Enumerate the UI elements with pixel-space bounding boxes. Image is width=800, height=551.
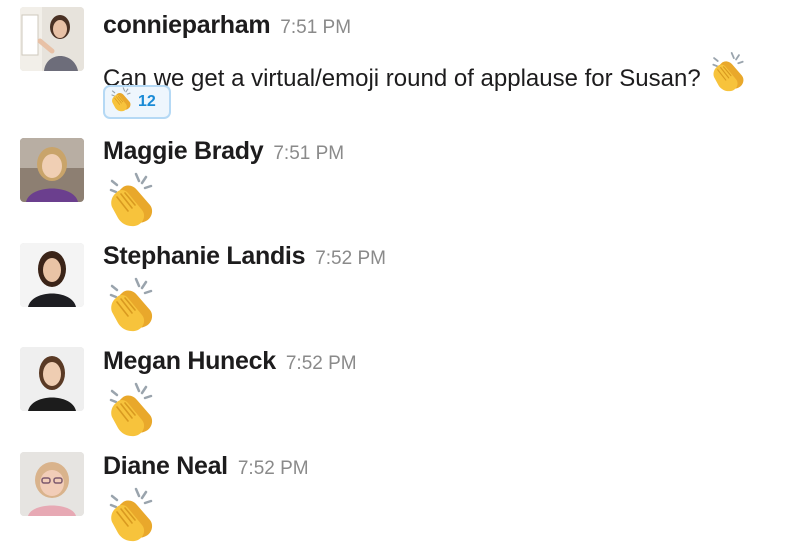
avatar[interactable] bbox=[20, 452, 84, 516]
reaction-button[interactable]: 12 bbox=[103, 85, 171, 119]
username[interactable]: Maggie Brady bbox=[103, 137, 264, 165]
clapping-hands-icon bbox=[103, 380, 159, 440]
clapping-hands-icon bbox=[109, 86, 133, 118]
message-header: Stephanie Landis 7:52 PM bbox=[103, 242, 386, 271]
timestamp[interactable]: 7:52 PM bbox=[315, 248, 386, 269]
clapping-hands-icon bbox=[103, 275, 159, 335]
username[interactable]: connieparham bbox=[103, 11, 271, 39]
timestamp[interactable]: 7:52 PM bbox=[286, 353, 357, 374]
reaction-count: 12 bbox=[138, 93, 156, 110]
message-header: Megan Huneck 7:52 PM bbox=[103, 347, 357, 376]
message-text-content: Can we get a virtual/emoji round of appl… bbox=[103, 65, 701, 92]
timestamp[interactable]: 7:52 PM bbox=[238, 458, 309, 479]
message-header: Maggie Brady 7:51 PM bbox=[103, 137, 344, 166]
timestamp[interactable]: 7:51 PM bbox=[280, 17, 351, 38]
username[interactable]: Stephanie Landis bbox=[103, 242, 305, 270]
avatar[interactable] bbox=[20, 7, 84, 71]
message-header: connieparham 7:51 PM bbox=[103, 11, 351, 40]
clapping-hands-icon bbox=[709, 50, 747, 94]
message-header: Diane Neal 7:52 PM bbox=[103, 452, 309, 481]
avatar[interactable] bbox=[20, 347, 84, 411]
username[interactable]: Megan Huneck bbox=[103, 347, 276, 375]
avatar[interactable] bbox=[20, 138, 84, 202]
username[interactable]: Diane Neal bbox=[103, 452, 228, 480]
timestamp[interactable]: 7:51 PM bbox=[273, 143, 344, 164]
avatar[interactable] bbox=[20, 243, 84, 307]
message-text: Can we get a virtual/emoji round of appl… bbox=[103, 42, 747, 93]
clapping-hands-icon bbox=[103, 170, 159, 230]
clapping-hands-icon bbox=[103, 485, 159, 545]
